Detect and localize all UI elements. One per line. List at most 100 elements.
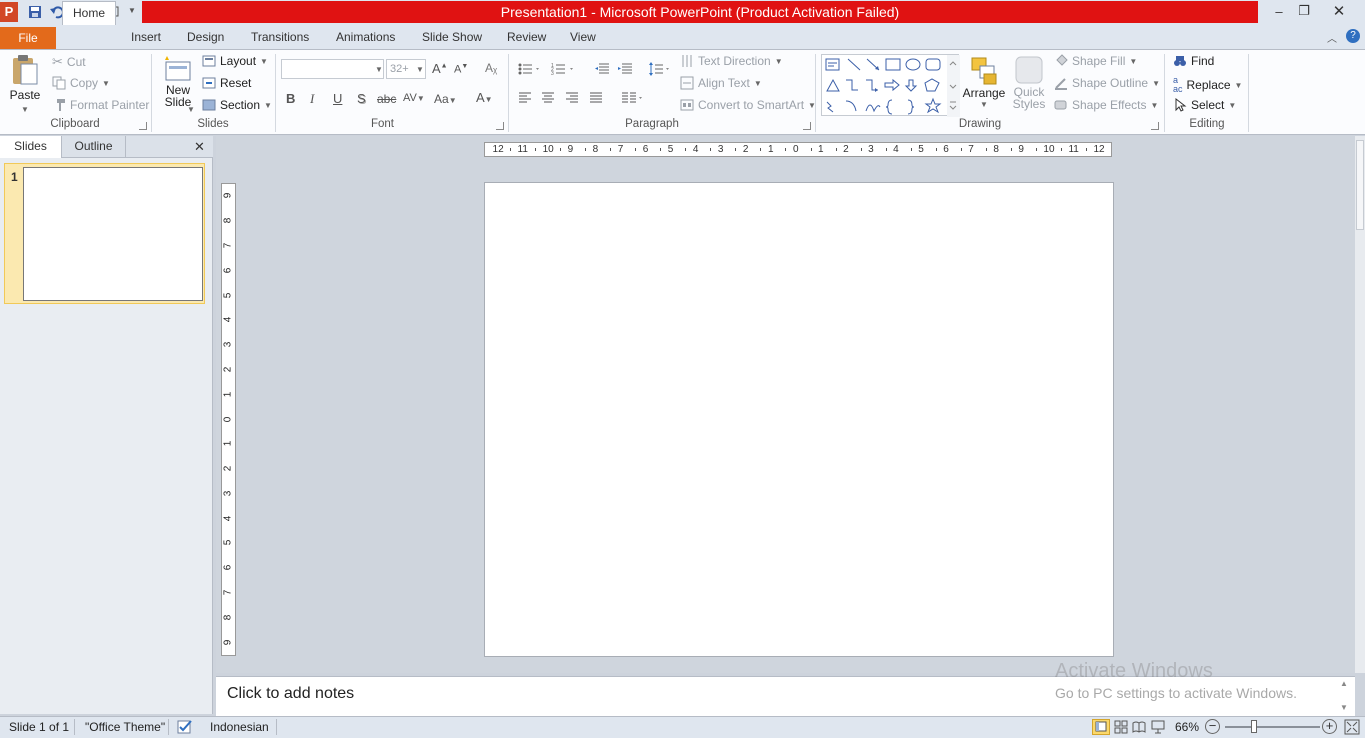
columns-icon[interactable] xyxy=(621,92,645,107)
scroll-down-icon[interactable]: ▼ xyxy=(1340,703,1348,712)
font-color-button[interactable]: A▼ xyxy=(476,90,493,105)
status-divider xyxy=(168,719,169,735)
shape-effects-button[interactable]: Shape Effects ▼ xyxy=(1054,98,1158,112)
zoom-in-icon[interactable]: + xyxy=(1322,719,1337,734)
justify-icon[interactable] xyxy=(589,92,603,107)
font-dialog-launcher-icon[interactable] xyxy=(496,122,504,130)
copy-button[interactable]: Copy ▼ xyxy=(52,76,110,90)
find-button[interactable]: Find xyxy=(1173,54,1214,68)
text-shadow-button[interactable]: S xyxy=(357,91,366,106)
tab-slide-show[interactable]: Slide Show xyxy=(412,26,492,50)
section-button[interactable]: Section ▼ xyxy=(202,98,272,112)
minimize-icon[interactable]: – xyxy=(1265,0,1293,22)
notes-scrollbar[interactable]: ▲ ▼ xyxy=(1338,679,1352,715)
shape-fill-button[interactable]: Shape Fill ▼ xyxy=(1054,54,1137,68)
paste-button[interactable]: Paste xyxy=(8,54,42,102)
ruler-tick-label: 8 xyxy=(592,144,599,155)
cut-button[interactable]: ✂ Cut xyxy=(52,54,86,70)
line-spacing-icon[interactable] xyxy=(648,62,672,79)
notes-placeholder[interactable]: Click to add notes xyxy=(227,685,354,703)
slide-canvas[interactable] xyxy=(484,182,1114,657)
vertical-scrollbar[interactable] xyxy=(1355,136,1365,673)
clipboard-dialog-launcher-icon[interactable] xyxy=(139,122,147,130)
horizontal-ruler[interactable]: 12 11 10 9 8 7 6 5 4 3 2 1 0 1 2 3 4 5 6 7 8 9 10 11 12 xyxy=(484,142,1112,157)
paste-dropdown-icon[interactable]: ▼ xyxy=(21,105,29,114)
bold-button[interactable]: B xyxy=(286,91,295,106)
strikethrough-button[interactable]: abc xyxy=(377,92,396,106)
font-name-dropdown-icon[interactable]: ▼ xyxy=(375,65,383,74)
clear-formatting-icon[interactable]: Aᵪ xyxy=(485,61,497,75)
tab-design[interactable]: Design xyxy=(177,26,234,50)
normal-view-icon[interactable] xyxy=(1092,719,1110,735)
new-slide-dropdown-icon[interactable]: ▼ xyxy=(187,105,195,114)
powerpoint-logo-icon[interactable]: P xyxy=(0,2,18,22)
new-slide-button[interactable]: New Slide xyxy=(160,54,196,108)
align-text-label: Align Text xyxy=(698,76,750,90)
change-case-button[interactable]: Aa▼ xyxy=(434,92,457,106)
theme-name[interactable]: "Office Theme" xyxy=(85,720,165,734)
convert-smartart-button[interactable]: Convert to SmartArt ▼ xyxy=(680,98,816,112)
shapes-gallery[interactable] xyxy=(821,54,960,117)
select-button[interactable]: Select ▼ xyxy=(1173,98,1236,112)
slide-thumbnail[interactable] xyxy=(23,167,203,301)
language[interactable]: Indonesian xyxy=(210,720,269,734)
slideshow-view-icon[interactable] xyxy=(1151,720,1165,737)
grow-font-icon[interactable]: A▲ xyxy=(432,61,448,76)
scroll-up-icon[interactable]: ▲ xyxy=(1340,679,1348,688)
shape-outline-button[interactable]: Shape Outline ▼ xyxy=(1054,76,1160,90)
tab-slides[interactable]: Slides xyxy=(0,136,62,158)
align-left-icon[interactable] xyxy=(518,92,532,107)
quick-styles-button[interactable]: Quick Styles xyxy=(1009,54,1049,110)
italic-button[interactable]: I xyxy=(310,91,314,107)
tab-review[interactable]: Review xyxy=(497,26,556,50)
close-window-icon[interactable]: ✕ xyxy=(1325,0,1353,22)
align-right-icon[interactable] xyxy=(565,92,579,107)
paragraph-dialog-launcher-icon[interactable] xyxy=(803,122,811,130)
slide-count: Slide 1 of 1 xyxy=(9,720,70,734)
font-size-dropdown-icon[interactable]: ▼ xyxy=(416,65,424,74)
reset-button[interactable]: Reset xyxy=(202,76,251,90)
underline-button[interactable]: U xyxy=(333,91,342,106)
format-painter-button[interactable]: Format Painter xyxy=(52,98,149,112)
font-name-combobox[interactable] xyxy=(281,59,384,79)
drawing-dialog-launcher-icon[interactable] xyxy=(1151,122,1159,130)
tab-view[interactable]: View xyxy=(560,26,606,50)
zoom-level[interactable]: 66% xyxy=(1175,720,1199,734)
scrollbar-thumb[interactable] xyxy=(1356,140,1364,230)
slide-thumbnail-container[interactable]: 1 xyxy=(4,163,205,304)
slide-sorter-view-icon[interactable] xyxy=(1114,720,1128,737)
customize-qat-icon[interactable]: ▼ xyxy=(128,6,136,15)
numbering-icon[interactable]: 123 xyxy=(551,62,577,79)
zoom-out-icon[interactable]: − xyxy=(1205,719,1220,734)
bullets-icon[interactable] xyxy=(518,62,542,79)
text-direction-button[interactable]: Text Direction ▼ xyxy=(680,54,783,68)
tab-transitions[interactable]: Transitions xyxy=(241,26,319,50)
character-spacing-button[interactable]: AV▼ xyxy=(403,92,425,104)
help-icon[interactable]: ? xyxy=(1346,29,1360,43)
copy-dropdown-icon[interactable]: ▼ xyxy=(102,79,110,88)
vertical-ruler[interactable]: 9 8 7 6 5 4 3 2 1 0 1 2 3 4 5 6 7 8 9 xyxy=(221,183,236,656)
tab-home[interactable]: Home xyxy=(62,1,117,25)
shrink-font-icon[interactable]: A▼ xyxy=(454,63,468,76)
spelling-check-icon[interactable] xyxy=(177,719,195,738)
restore-icon[interactable]: ❐ xyxy=(1290,0,1318,22)
save-icon[interactable] xyxy=(26,3,44,21)
zoom-slider-track[interactable] xyxy=(1225,726,1320,728)
minimize-ribbon-icon[interactable]: ︿ xyxy=(1327,30,1337,45)
tab-file[interactable]: File xyxy=(0,27,56,49)
zoom-slider-thumb[interactable] xyxy=(1251,720,1257,733)
align-text-button[interactable]: Align Text ▼ xyxy=(680,76,762,90)
layout-button[interactable]: Layout ▼ xyxy=(202,54,268,68)
reading-view-icon[interactable] xyxy=(1132,720,1146,737)
fit-slide-to-window-icon[interactable] xyxy=(1344,719,1360,738)
replace-button[interactable]: a ac Replace ▼ xyxy=(1173,76,1242,94)
ruler-tick-label: 4 xyxy=(692,144,699,155)
close-pane-icon[interactable]: ✕ xyxy=(194,139,205,155)
increase-indent-icon[interactable] xyxy=(617,62,633,79)
tab-animations[interactable]: Animations xyxy=(326,26,405,50)
align-center-icon[interactable] xyxy=(541,92,555,107)
decrease-indent-icon[interactable] xyxy=(594,62,610,79)
tab-outline[interactable]: Outline xyxy=(62,136,126,158)
tab-insert[interactable]: Insert xyxy=(121,26,171,50)
arrange-button[interactable]: Arrange ▼ xyxy=(963,54,1005,109)
